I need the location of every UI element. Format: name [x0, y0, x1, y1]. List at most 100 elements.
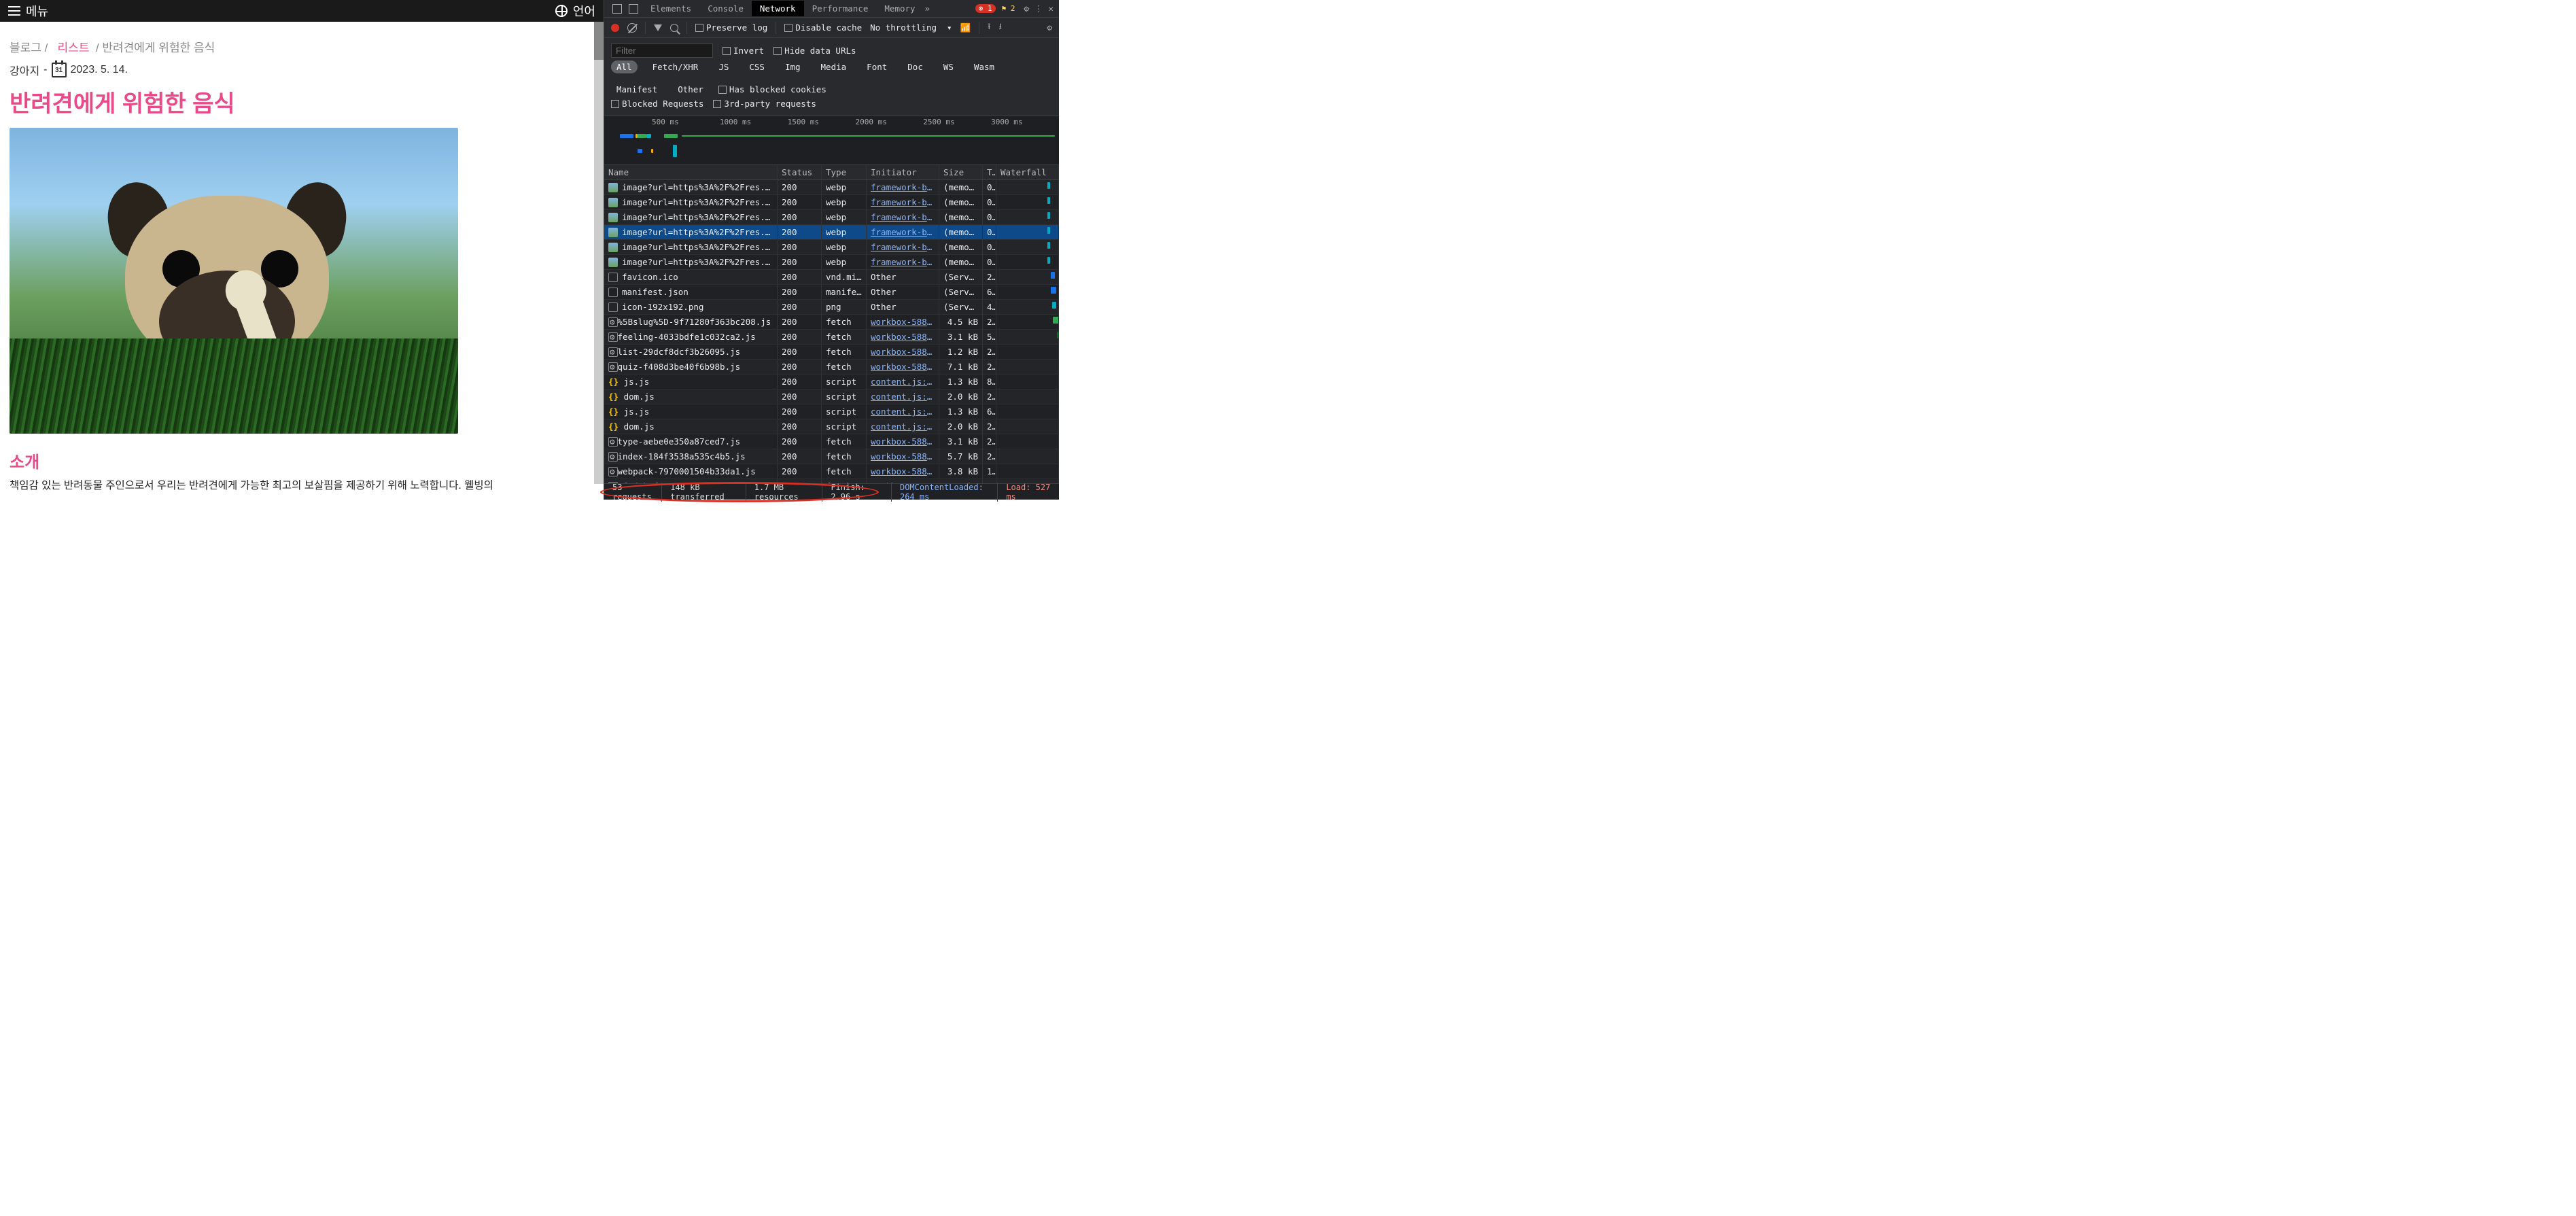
- hamburger-icon: [8, 6, 20, 16]
- breadcrumb: 블로그 / 리스트 / 반려견에게 위험한 음식: [0, 22, 604, 62]
- globe-icon: [555, 5, 568, 17]
- table-row[interactable]: image?url=https%3A%2F%2Fres.cloudi...200…: [604, 195, 1059, 210]
- scrollbar-thumb[interactable]: [594, 22, 604, 60]
- network-table: Name Status Type Initiator Size T. Water…: [604, 165, 1059, 483]
- filter-type-ws[interactable]: WS: [938, 60, 959, 73]
- third-party-checkbox[interactable]: 3rd-party requests: [713, 99, 816, 109]
- table-row[interactable]: {} dom.js200scriptcontent.js:322.0 kB2..: [604, 389, 1059, 404]
- col-status[interactable]: Status: [778, 165, 822, 179]
- network-timeline[interactable]: 500 ms1000 ms1500 ms2000 ms2500 ms3000 m…: [604, 116, 1059, 165]
- table-header: Name Status Type Initiator Size T. Water…: [604, 165, 1059, 180]
- search-icon[interactable]: [670, 24, 678, 32]
- filter-type-manifest[interactable]: Manifest: [611, 83, 663, 96]
- table-row[interactable]: image?url=https%3A%2F%2Fres.cloudi...200…: [604, 255, 1059, 270]
- throttling-select[interactable]: No throttling ▾: [870, 22, 952, 33]
- table-row[interactable]: ⚙webpack-7970001504b33da1.js200fetchwork…: [604, 464, 1059, 479]
- table-row[interactable]: ⚙type-aebe0e350a87ced7.js200fetchworkbox…: [604, 434, 1059, 449]
- col-size[interactable]: Size: [939, 165, 983, 179]
- status-domcontentloaded: DOMContentLoaded: 264 ms: [892, 483, 998, 502]
- table-row[interactable]: image?url=https%3A%2F%2Fres.cloudi...200…: [604, 240, 1059, 255]
- record-button[interactable]: [611, 24, 619, 32]
- table-row[interactable]: ⚙quiz-f408d3be40f6b98b.js200fetchworkbox…: [604, 360, 1059, 375]
- table-row[interactable]: ⚙%5Bslug%5D-9f71280f363bc208.js200fetchw…: [604, 315, 1059, 330]
- export-icon[interactable]: ⭳: [999, 20, 1002, 35]
- devtools-tabs: ElementsConsoleNetworkPerformanceMemory …: [604, 0, 1059, 18]
- more-tabs[interactable]: »: [925, 3, 930, 14]
- col-name[interactable]: Name: [604, 165, 778, 179]
- filter-input[interactable]: [611, 44, 713, 58]
- post-date: 2023. 5. 14.: [71, 64, 128, 76]
- menu-label: 메뉴: [26, 2, 48, 20]
- table-row[interactable]: favicon.ico200vnd.mic..Other(Service...2…: [604, 270, 1059, 285]
- invert-checkbox[interactable]: Invert: [723, 46, 764, 56]
- blog-page: 메뉴 언어 블로그 / 리스트 / 반려견에게 위험한 음식 강아지 - 31 …: [0, 0, 604, 500]
- col-time[interactable]: T.: [983, 165, 996, 179]
- clear-button[interactable]: [627, 23, 637, 33]
- tab-performance[interactable]: Performance: [804, 1, 877, 16]
- status-load: Load: 527 ms: [998, 483, 1059, 502]
- table-row[interactable]: ⚙index-184f3538a535c4b5.js200fetchworkbo…: [604, 449, 1059, 464]
- tab-elements[interactable]: Elements: [642, 1, 699, 16]
- table-row[interactable]: {} js.js200scriptcontent.js:321.3 kB6..: [604, 404, 1059, 419]
- status-requests: 53 requests: [604, 483, 662, 502]
- device-icon[interactable]: [629, 4, 638, 14]
- network-toolbar: Preserve log Disable cache No throttling…: [604, 18, 1059, 38]
- filter-type-css[interactable]: CSS: [744, 60, 770, 73]
- breadcrumb-current: 반려견에게 위험한 음식: [102, 41, 215, 54]
- devtools-panel: ElementsConsoleNetworkPerformanceMemory …: [604, 0, 1059, 500]
- breadcrumb-list[interactable]: 리스트: [58, 41, 90, 54]
- filter-type-all[interactable]: All: [611, 60, 638, 73]
- preserve-log-checkbox[interactable]: Preserve log: [695, 22, 767, 33]
- status-resources: 1.7 MB resources: [746, 483, 823, 502]
- filter-type-js[interactable]: JS: [713, 60, 734, 73]
- network-settings-icon[interactable]: ⚙: [1047, 22, 1052, 33]
- settings-icon[interactable]: ⚙: [1024, 3, 1029, 14]
- tab-network[interactable]: Network: [752, 1, 804, 16]
- blocked-requests-checkbox[interactable]: Blocked Requests: [611, 99, 703, 109]
- table-row[interactable]: {} dom.js200scriptcontent.js:322.0 kB2..: [604, 419, 1059, 434]
- menu-button[interactable]: 메뉴: [8, 2, 48, 20]
- filter-toggle-icon[interactable]: [654, 24, 662, 31]
- table-row[interactable]: image?url=https%3A%2F%2Fres.cloudi...200…: [604, 180, 1059, 195]
- import-icon[interactable]: ⭱: [988, 20, 990, 35]
- col-waterfall[interactable]: Waterfall: [996, 165, 1059, 179]
- table-row[interactable]: ⚙feeling-4033bdfe1c032ca2.js200fetchwork…: [604, 330, 1059, 345]
- scrollbar-track: [594, 22, 604, 484]
- network-filterbar: Invert Hide data URLs All Fetch/XHR JS CSS I…: [604, 38, 1059, 116]
- filter-type-media[interactable]: Media: [816, 60, 852, 73]
- col-type[interactable]: Type: [822, 165, 867, 179]
- disable-cache-checkbox[interactable]: Disable cache: [784, 22, 862, 33]
- filter-type-other[interactable]: Other: [672, 83, 709, 96]
- table-row[interactable]: image?url=https%3A%2F%2Fres.cloudi...200…: [604, 225, 1059, 240]
- hide-data-urls-checkbox[interactable]: Hide data URLs: [773, 46, 856, 56]
- table-row[interactable]: ⚙list-29dcf8dcf3b26095.js200fetchworkbox…: [604, 345, 1059, 360]
- page-title: 반려견에게 위험한 음식: [0, 82, 604, 128]
- tab-memory[interactable]: Memory: [876, 1, 923, 16]
- filter-type-fetch-xhr[interactable]: Fetch/XHR: [647, 60, 704, 73]
- col-initiator[interactable]: Initiator: [867, 165, 939, 179]
- network-conditions-icon[interactable]: 📶: [960, 22, 971, 33]
- section-heading: 소개: [0, 434, 604, 478]
- filter-type-doc[interactable]: Doc: [902, 60, 928, 73]
- kebab-icon[interactable]: ⋮: [1034, 3, 1043, 14]
- errors-badge[interactable]: ⊗ 1: [975, 4, 996, 13]
- network-statusbar: 53 requests 148 kB transferred 1.7 MB re…: [604, 483, 1059, 500]
- inspect-icon[interactable]: [612, 4, 622, 14]
- filter-type-font[interactable]: Font: [861, 60, 892, 73]
- table-row[interactable]: manifest.json200manifestOther(Service...…: [604, 285, 1059, 300]
- blocked-cookies-checkbox[interactable]: Has blocked cookies: [718, 84, 826, 94]
- status-finish: Finish: 2.96 s: [822, 483, 892, 502]
- close-devtools-icon[interactable]: ✕: [1048, 3, 1054, 14]
- post-category: 강아지: [10, 62, 39, 78]
- table-row[interactable]: image?url=https%3A%2F%2Fres.cloudi...200…: [604, 210, 1059, 225]
- status-transferred: 148 kB transferred: [662, 483, 746, 502]
- breadcrumb-blog: 블로그: [10, 41, 41, 54]
- table-row[interactable]: icon-192x192.png200pngOther(Service...4.…: [604, 300, 1059, 315]
- language-button[interactable]: 언어: [555, 2, 595, 20]
- warnings-badge[interactable]: ⚑ 2: [998, 4, 1019, 13]
- table-row[interactable]: {} js.js200scriptcontent.js:321.3 kB8..: [604, 375, 1059, 389]
- language-label: 언어: [573, 2, 595, 20]
- tab-console[interactable]: Console: [699, 1, 752, 16]
- filter-type-img[interactable]: Img: [780, 60, 806, 73]
- filter-type-wasm[interactable]: Wasm: [969, 60, 1000, 73]
